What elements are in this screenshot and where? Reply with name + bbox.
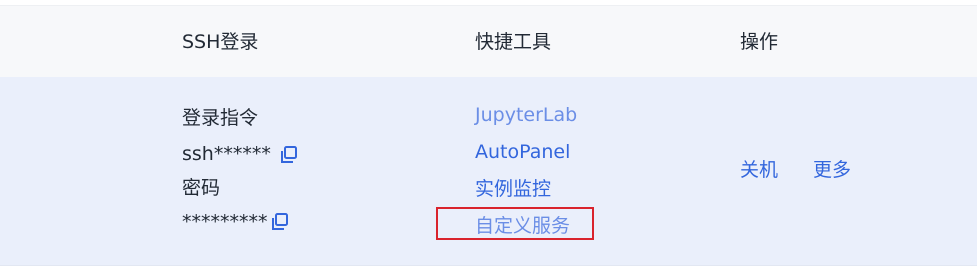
instance-table: SSH登录 快捷工具 操作 登录指令 ssh****** 密码 ********… [0, 0, 977, 272]
jupyterlab-link[interactable]: JupyterLab [475, 103, 577, 127]
copy-icon[interactable] [270, 212, 290, 232]
custom-service-highlight [436, 207, 594, 240]
login-command-value: ssh****** [182, 143, 271, 165]
column-header-quick-tools: 快捷工具 [475, 31, 552, 53]
instance-monitor-link[interactable]: 实例监控 [475, 177, 551, 201]
more-button[interactable]: 更多 [813, 158, 851, 182]
table-header: SSH登录 快捷工具 操作 [0, 5, 977, 78]
column-header-ssh-login: SSH登录 [182, 31, 259, 53]
autopanel-link[interactable]: AutoPanel [475, 140, 570, 164]
shutdown-button[interactable]: 关机 [740, 158, 778, 182]
column-header-actions: 操作 [740, 31, 779, 53]
password-value: ********* [182, 211, 268, 233]
login-command-label: 登录指令 [182, 107, 259, 129]
copy-icon[interactable] [279, 145, 299, 165]
password-label: 密码 [182, 177, 221, 199]
